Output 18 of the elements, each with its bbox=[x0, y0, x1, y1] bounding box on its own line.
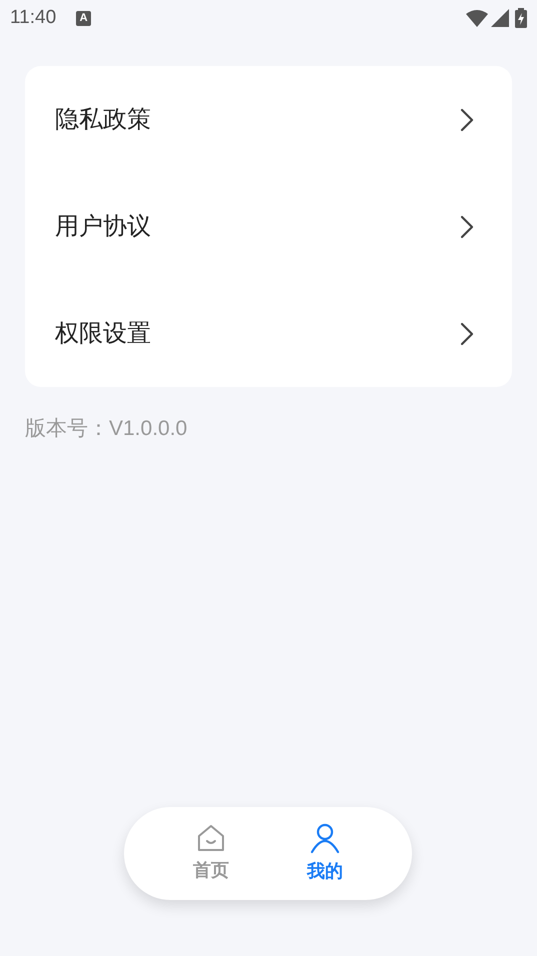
notification-icon: A bbox=[76, 10, 92, 26]
menu-item[interactable]: 隐私政策 bbox=[25, 66, 512, 173]
status-time: 11:40 bbox=[10, 6, 56, 30]
battery-icon bbox=[515, 8, 527, 28]
menu-item[interactable]: 用户协议 bbox=[25, 173, 512, 280]
wifi-icon bbox=[466, 9, 488, 27]
home-icon bbox=[196, 823, 226, 853]
signal-icon bbox=[491, 9, 509, 27]
chevron-right-icon bbox=[460, 108, 474, 132]
person-icon bbox=[309, 822, 341, 854]
menu-label: 隐私政策 bbox=[55, 104, 152, 134]
menu-label: 权限设置 bbox=[55, 318, 152, 348]
menu-item[interactable]: 权限设置 bbox=[25, 280, 512, 387]
chevron-right-icon bbox=[460, 214, 474, 238]
version-text: 版本号：V1.0.0.0 bbox=[25, 416, 188, 442]
nav-tab[interactable]: 我的 bbox=[307, 822, 343, 885]
menu-label: 用户协议 bbox=[55, 212, 152, 242]
chevron-right-icon bbox=[460, 322, 474, 346]
